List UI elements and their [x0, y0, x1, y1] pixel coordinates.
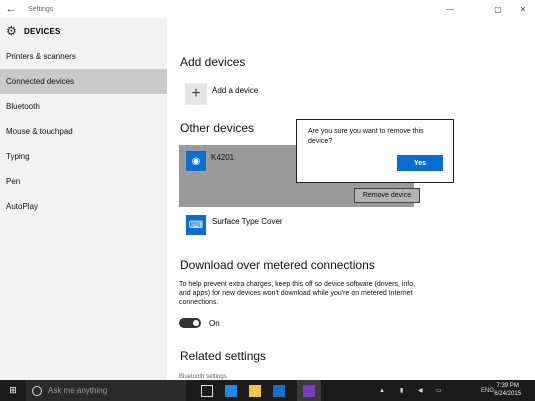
add-devices-heading: Add devices — [180, 55, 246, 69]
sidebar-item-connected-devices[interactable]: Connected devices — [0, 69, 167, 94]
toggle-knob — [193, 320, 199, 326]
metered-description: To help prevent extra charges, keep this… — [179, 281, 416, 306]
sidebar-item-label: Printers & scanners — [6, 52, 76, 61]
minimize-button[interactable]: — — [438, 0, 462, 18]
metered-heading: Download over metered connections — [180, 258, 375, 272]
windows-start-icon[interactable]: ⊞ — [0, 380, 26, 401]
sidebar-item-label: AutoPlay — [6, 202, 39, 211]
file-explorer-icon[interactable] — [243, 380, 267, 401]
keyboard-icon: ⌨ — [186, 215, 206, 235]
sidebar-item-bluetooth[interactable]: Bluetooth — [0, 94, 167, 119]
edge-browser-icon[interactable] — [219, 380, 243, 401]
sidebar-title: DEVICES — [24, 26, 61, 36]
dialog-message: Are you sure you want to remove this dev… — [308, 128, 424, 145]
related-settings-heading: Related settings — [180, 349, 267, 363]
sidebar-item-printers-scanners[interactable]: Printers & scanners — [0, 44, 167, 69]
cortana-icon — [32, 385, 42, 396]
network-icon[interactable]: ▮ — [400, 380, 403, 401]
add-device-button[interactable]: + Add a device — [185, 83, 258, 105]
store-icon[interactable] — [267, 380, 291, 401]
sidebar-item-label: Bluetooth — [6, 102, 40, 111]
metered-toggle[interactable] — [179, 318, 201, 328]
cortana-search[interactable]: Ask me anything — [26, 380, 186, 401]
volume-icon[interactable]: ◀ — [418, 380, 423, 401]
clock-date: 6/24/2015 — [494, 391, 521, 397]
clock[interactable]: 7:39 PM 6/24/2015 — [494, 382, 521, 398]
add-device-label: Add a device — [212, 85, 259, 95]
back-arrow-icon[interactable]: ← — [0, 0, 22, 18]
yes-button[interactable]: Yes — [397, 155, 443, 171]
other-devices-heading: Other devices — [180, 121, 255, 135]
sidebar-item-label: Typing — [6, 152, 30, 161]
window-title: Settings — [28, 5, 54, 13]
device-name: K4201 — [211, 153, 235, 162]
sidebar-item-autoplay[interactable]: AutoPlay — [0, 194, 167, 219]
battery-icon[interactable]: ▭ — [436, 380, 442, 401]
plus-icon: + — [185, 83, 207, 105]
close-button[interactable]: ✕ — [511, 0, 535, 18]
task-view-icon[interactable] — [195, 380, 219, 401]
sidebar-item-label: Connected devices — [6, 77, 75, 86]
remove-device-button[interactable]: Remove device — [354, 188, 420, 203]
sidebar-item-typing[interactable]: Typing — [0, 144, 167, 169]
main-content: Add devices + Add a device Other devices… — [167, 18, 535, 380]
toggle-state-label: On — [209, 319, 220, 328]
gear-icon: ⚙ — [6, 24, 17, 38]
sidebar: ⚙ DEVICES Printers & scanners Connected … — [0, 18, 167, 380]
confirm-dialog: Are you sure you want to remove this dev… — [296, 119, 454, 183]
disc-device-icon: ◉ — [186, 151, 206, 171]
cortana-placeholder: Ask me anything — [48, 386, 108, 395]
sidebar-item-mouse-touchpad[interactable]: Mouse & touchpad — [0, 119, 167, 144]
settings-app-icon[interactable] — [297, 380, 321, 401]
sidebar-item-label: Pen — [6, 177, 21, 186]
sidebar-item-label: Mouse & touchpad — [6, 127, 73, 136]
device-name: Surface Type Cover — [212, 217, 283, 226]
device-item[interactable]: ⌨ Surface Type Cover — [186, 215, 283, 235]
sidebar-header: ⚙ DEVICES — [0, 18, 167, 44]
clock-time: 7:39 PM — [496, 383, 519, 389]
tray-overflow-icon[interactable]: ▲ — [379, 380, 385, 401]
maximize-button[interactable]: ▢ — [486, 0, 510, 18]
sidebar-item-pen[interactable]: Pen — [0, 169, 167, 194]
language-indicator[interactable]: ENG — [481, 380, 494, 401]
